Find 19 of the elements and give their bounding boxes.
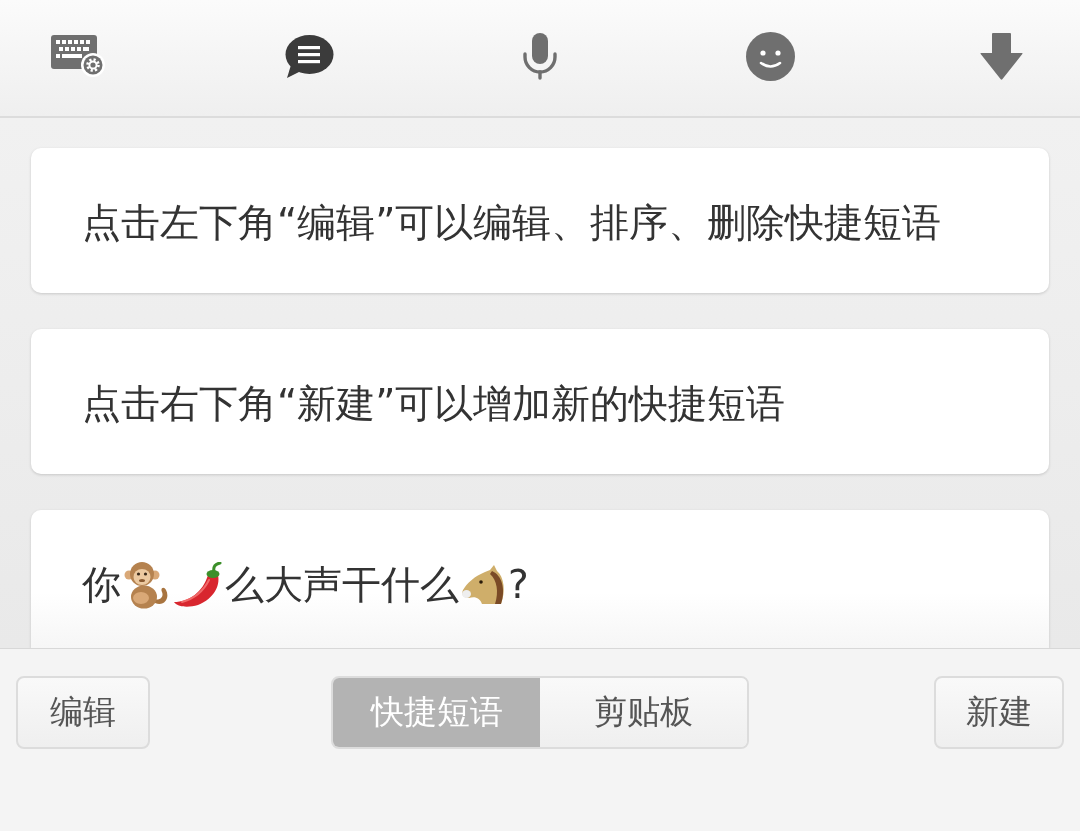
down-arrow-icon[interactable] xyxy=(979,32,1023,80)
edit-button[interactable]: 编辑 xyxy=(16,676,150,749)
smiley-face-icon[interactable] xyxy=(745,31,795,81)
microphone-icon[interactable] xyxy=(521,32,558,80)
phrase-text: 点击左下角“编辑”可以编辑、排序、删除快捷短语 xyxy=(82,199,942,247)
phrase-text: 点击右下角“新建”可以增加新的快捷短语 xyxy=(82,380,786,428)
phrase-text: 你 xyxy=(82,561,121,609)
horse-head-icon xyxy=(461,565,506,605)
phrase-text: ? xyxy=(508,561,529,609)
phrase-card[interactable]: 你 么大声干什么 ? xyxy=(31,510,1049,648)
phrase-card[interactable]: 点击左下角“编辑”可以编辑、排序、删除快捷短语 xyxy=(31,148,1049,293)
phrase-card[interactable]: 点击右下角“新建”可以增加新的快捷短语 xyxy=(31,329,1049,474)
new-button[interactable]: 新建 xyxy=(934,676,1064,749)
chat-bubble-icon[interactable] xyxy=(283,34,334,78)
tab[interactable]: 剪贴板 xyxy=(540,678,747,747)
keyboard-settings-icon[interactable] xyxy=(51,35,105,77)
phrase-text: 么大声干什么 xyxy=(225,561,459,609)
chili-pepper-icon xyxy=(173,562,223,608)
monkey-icon xyxy=(123,561,169,609)
